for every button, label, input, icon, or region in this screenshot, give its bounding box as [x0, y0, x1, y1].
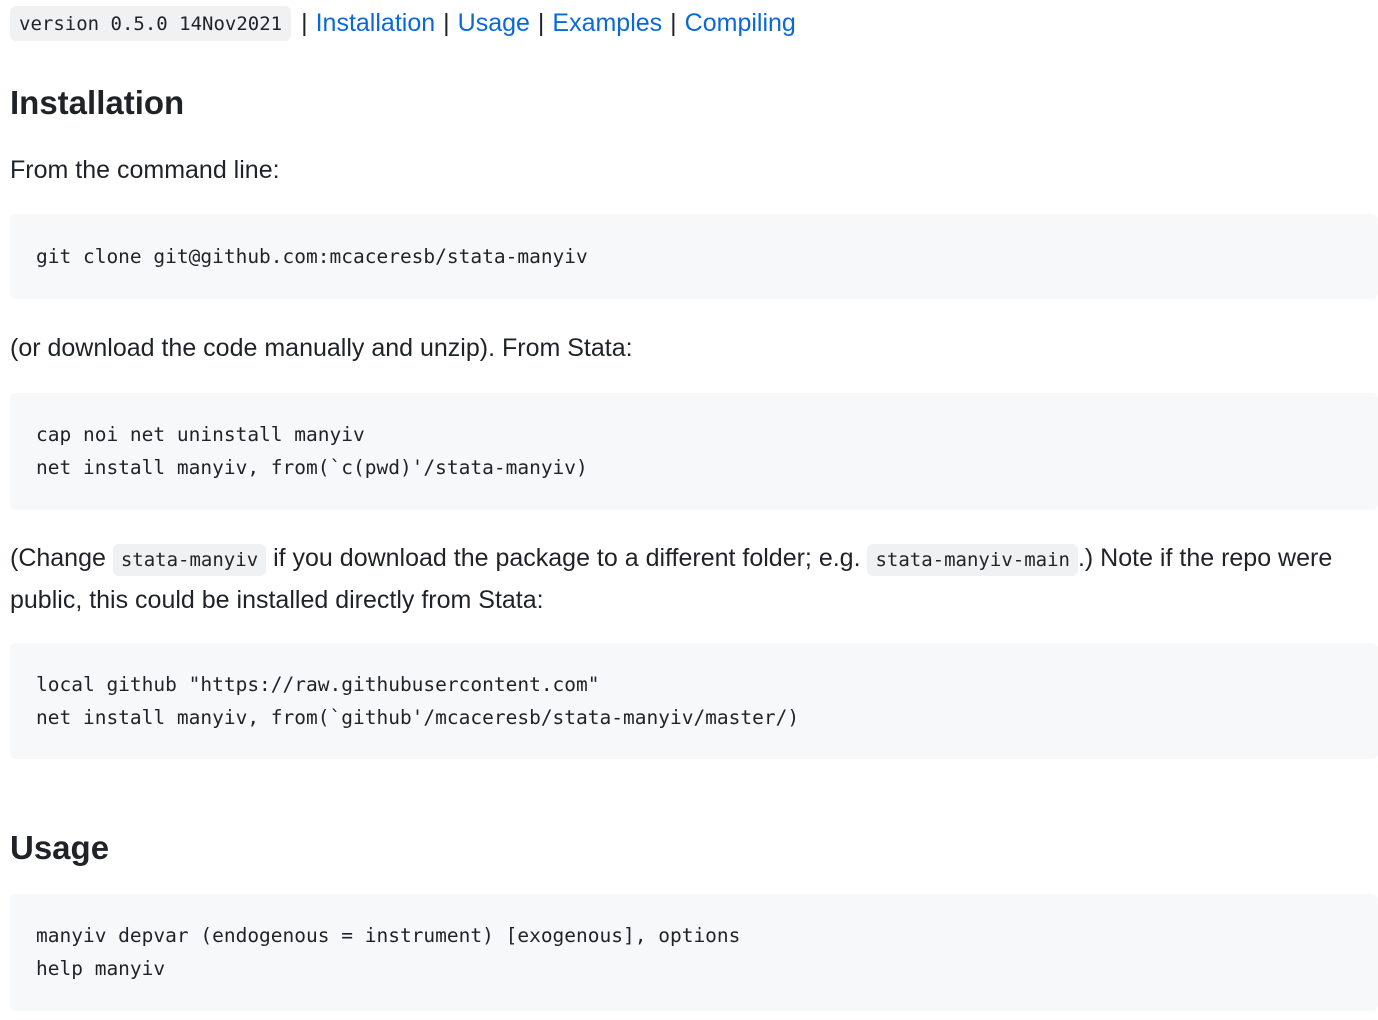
download-paragraph: (or download the code manually and unzip… [10, 334, 633, 362]
nav-separator: | [301, 8, 308, 37]
code-line: cap noi net uninstall manyiv [36, 423, 365, 446]
readme-content: version 0.5.0 14Nov2021 | Installation |… [10, 0, 1378, 1011]
nav-separator: | [443, 8, 450, 37]
change-folder-paragraph: (Change stata-manyiv if you download the… [10, 538, 1378, 620]
para-text: (Change [10, 544, 113, 572]
code-block-github-install[interactable]: local github "https://raw.githubusercont… [10, 643, 1378, 759]
inline-code-stata-manyiv-main: stata-manyiv-main [867, 544, 1078, 576]
code-line: net install manyiv, from(`github'/mcacer… [36, 706, 800, 729]
nav-link-usage[interactable]: Usage [458, 9, 530, 38]
para-text: if you download the package to a differe… [266, 544, 868, 572]
inline-code-stata-manyiv: stata-manyiv [112, 544, 267, 576]
nav-separator: | [537, 8, 545, 37]
version-nav-line: version 0.5.0 14Nov2021 | Installation |… [10, 0, 1378, 46]
nav-separator: | [670, 8, 677, 37]
installation-intro: From the command line: [10, 156, 280, 184]
code-line: local github "https://raw.githubusercont… [36, 673, 600, 696]
code-block-usage[interactable]: manyiv depvar (endogenous = instrument) … [10, 894, 1378, 1011]
version-badge: version 0.5.0 14Nov2021 [10, 5, 292, 41]
nav-link-examples[interactable]: Examples [552, 9, 662, 38]
nav-link-compiling[interactable]: Compiling [685, 9, 796, 38]
code-block-git-clone[interactable]: git clone git@github.com:mcaceresb/stata… [10, 214, 1378, 299]
nav-link-installation[interactable]: Installation [316, 9, 436, 38]
code-line: net install manyiv, from(`c(pwd)'/stata-… [36, 456, 588, 479]
installation-heading: Installation [10, 84, 185, 121]
code-line: help manyiv [36, 957, 166, 980]
code-line: git clone git@github.com:mcaceresb/stata… [36, 245, 588, 268]
code-block-net-install[interactable]: cap noi net uninstall manyiv net install… [10, 393, 1378, 510]
usage-heading: Usage [10, 829, 110, 866]
code-line: manyiv depvar (endogenous = instrument) … [36, 924, 741, 947]
